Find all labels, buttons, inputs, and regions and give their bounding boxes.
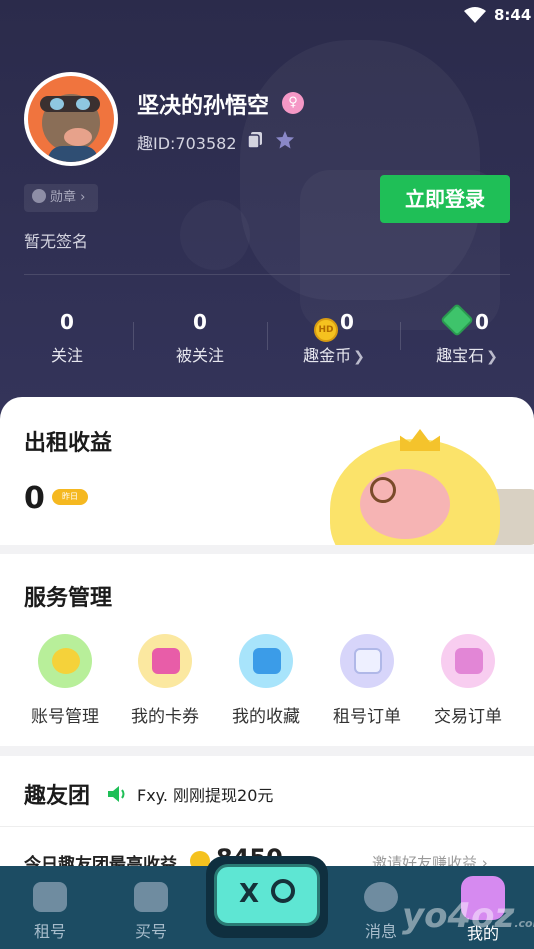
rent-income-value: 0 xyxy=(24,481,45,516)
tab-rent[interactable]: 租号 xyxy=(5,866,95,942)
avatar[interactable] xyxy=(24,72,118,166)
copy-icon[interactable] xyxy=(246,131,264,149)
friends-news-ticker: Fxy. 刚刚提现20元 xyxy=(137,786,274,805)
game-console-icon: X xyxy=(214,864,320,926)
service-item-account[interactable]: 账号管理 xyxy=(15,634,115,727)
tab-label: 租号 xyxy=(33,922,66,941)
service-title: 服务管理 xyxy=(24,586,113,611)
service-label: 交易订单 xyxy=(434,707,502,727)
chevron-right-icon: ❯ xyxy=(353,349,365,365)
login-button[interactable]: 立即登录 xyxy=(380,175,510,223)
user-id: 趣ID:703582 xyxy=(137,134,237,153)
gem-icon xyxy=(440,303,475,337)
stats-row: 0 关注 0 被关注 HD 0 趣金币 ❯ 0 趣宝石 ❯ xyxy=(0,300,534,380)
stat-value: 0 xyxy=(340,310,354,334)
status-time: 8:44 xyxy=(494,6,532,24)
vip-icon[interactable] xyxy=(275,130,295,150)
service-item-favorites[interactable]: 我的收藏 xyxy=(216,634,316,727)
avatar-image xyxy=(28,76,114,162)
rent-order-icon xyxy=(340,634,394,688)
speaker-icon xyxy=(108,786,125,802)
female-icon: ♀ xyxy=(282,92,304,114)
stat-label: 趣金币 xyxy=(303,346,352,365)
stat-following[interactable]: 0 关注 xyxy=(0,300,134,366)
service-item-coupons[interactable]: 我的卡券 xyxy=(115,634,215,727)
tab-label: 买号 xyxy=(134,922,167,941)
tab-buy[interactable]: 买号 xyxy=(106,866,196,942)
trade-order-icon xyxy=(441,634,495,688)
stat-value: 0 xyxy=(60,310,74,334)
service-card: 服务管理 账号管理 我的卡券 我的收藏 租号订单 交易订单 xyxy=(0,554,534,746)
coin-icon: HD xyxy=(314,318,339,342)
stat-followers[interactable]: 0 被关注 xyxy=(133,300,267,366)
favorite-icon xyxy=(239,634,293,688)
profile-page: 8:44 坚决的孙悟空 ♀ 趣ID:703582 勋章 › 暂无签名 立即登录 … xyxy=(0,0,534,949)
service-label: 我的收藏 xyxy=(232,707,300,727)
stat-gems[interactable]: 0 趣宝石 ❯ xyxy=(400,300,534,366)
center-game-button[interactable]: X xyxy=(206,856,328,938)
rent-income-title: 出租收益 xyxy=(24,431,113,456)
status-bar: 8:44 xyxy=(0,0,534,30)
stat-value: 0 xyxy=(193,310,207,334)
mascot-illustration xyxy=(330,429,500,545)
friends-group-title: 趣友团 xyxy=(24,784,91,809)
stat-label: 关注 xyxy=(50,346,83,365)
signature: 暂无签名 xyxy=(24,232,89,251)
badge-label: 勋章 › xyxy=(50,190,86,205)
account-manage-icon xyxy=(38,634,92,688)
service-label: 账号管理 xyxy=(31,707,99,727)
service-label: 我的卡券 xyxy=(131,707,199,727)
yesterday-badge: 昨日 xyxy=(52,489,88,505)
message-icon xyxy=(364,882,398,912)
stat-label: 趣宝石 xyxy=(436,346,485,365)
stat-label: 被关注 xyxy=(175,346,224,365)
badge-button[interactable]: 勋章 › xyxy=(24,184,98,212)
username: 坚决的孙悟空 xyxy=(137,94,270,119)
wifi-icon xyxy=(464,7,486,23)
service-item-trade-orders[interactable]: 交易订单 xyxy=(418,634,518,727)
rent-income-card[interactable]: 出租收益 0 昨日 xyxy=(0,397,534,545)
divider xyxy=(24,274,510,275)
service-label: 租号订单 xyxy=(333,707,401,727)
coupon-icon xyxy=(138,634,192,688)
background-art xyxy=(180,200,250,270)
chevron-right-icon: ❯ xyxy=(486,349,498,365)
gamepad-icon xyxy=(33,882,67,912)
divider xyxy=(0,826,534,827)
shopping-bag-icon xyxy=(134,882,168,912)
medal-icon xyxy=(32,189,46,203)
stat-value: 0 xyxy=(475,310,489,334)
watermark-logo: yo4oz.com xyxy=(402,896,534,936)
stat-gold-coins[interactable]: HD 0 趣金币 ❯ xyxy=(267,300,401,366)
service-item-rent-orders[interactable]: 租号订单 xyxy=(317,634,417,727)
